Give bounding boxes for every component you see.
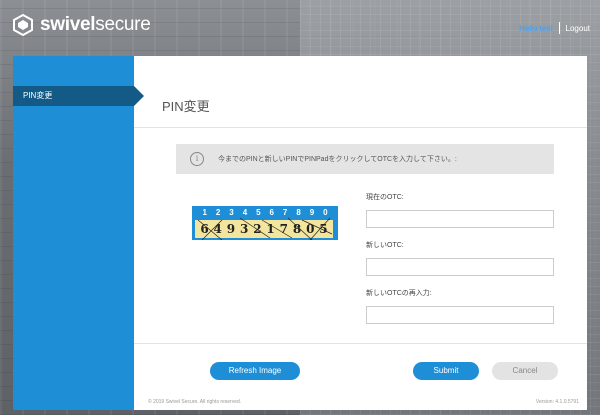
sidebar-item-pin-change[interactable]: PIN変更 [13,86,144,106]
logo-text-light: secure [95,14,151,35]
pinpad-digit: 0 [323,208,328,217]
logo-text: swivelsecure [40,14,151,36]
submit-button[interactable]: Submit [413,362,479,380]
pinpad-otc-digit: 7 [279,222,288,236]
confirm-otc-label: 新しいOTCの再入力: [366,290,432,297]
form-divider [134,343,587,344]
pinpad-otc-digit: 4 [213,222,222,236]
new-otc-field[interactable] [366,258,554,276]
page-title: PIN変更 [162,99,210,114]
cancel-button[interactable]: Cancel [492,362,558,380]
pinpad-digit: 4 [242,208,248,217]
confirm-otc-field[interactable] [366,306,554,324]
top-nav: Hello test Logout [519,22,590,34]
info-icon: i [190,152,204,166]
pinpad-scrambled-strip: 6 4 9 3 2 1 7 8 0 5 [195,220,333,238]
swivel-secure-logo: swivelsecure [12,14,151,36]
logo-mark-icon [13,14,33,36]
pinpad-digit-row: 1 2 3 4 5 6 7 8 9 0 [198,208,332,217]
pinpad-digit: 3 [229,208,234,217]
main-content: PIN変更 i 今までのPINと新しいPINでPINPadをクリックしてOTCを… [134,56,587,410]
pinpad-digit: 9 [309,208,315,217]
pinpad-digit: 1 [202,208,207,217]
pinpad-otc-digit: 1 [266,222,275,236]
pinpad-digit: 6 [269,208,274,217]
pinpad-digit: 8 [296,208,301,217]
sidebar-item-label: PIN変更 [23,91,53,100]
pinpad-otc-digit: 3 [239,222,249,236]
current-otc-field[interactable] [366,210,554,228]
pinpad-otc-digit: 9 [226,222,236,236]
new-otc-label: 新しいOTC: [366,242,404,249]
logout-link[interactable]: Logout [566,24,590,33]
copyright: © 2019 Swivel Secure. All rights reserve… [148,399,242,405]
refresh-image-button[interactable]: Refresh Image [210,362,300,380]
content-panel: PIN変更 PIN変更 i 今までのPINと新しいPINでPINPadをクリック… [13,56,587,410]
pinpad-otc-digit: 2 [253,222,262,236]
pinpad-otc-digit: 6 [200,222,209,236]
current-otc-label: 現在のOTC: [366,194,404,201]
title-divider [134,127,587,128]
version: Version: 4.1.0.5791 [535,399,579,405]
pinpad-otc-digit: 5 [319,222,328,236]
info-banner: i 今までのPINと新しいPINでPINPadをクリックしてOTCを入力して下さ… [176,144,554,174]
user-link[interactable]: Hello test [519,24,552,33]
pinpad-digit: 2 [215,208,221,217]
pinpad-digit: 7 [282,208,288,217]
sidebar: PIN変更 [13,56,144,410]
info-message: 今までのPINと新しいPINでPINPadをクリックしてOTCを入力して下さい。… [218,156,457,163]
pinpad-digit: 5 [256,208,261,217]
logo-text-bold: swivel [40,14,96,35]
pinpad-image[interactable]: 1 2 3 4 5 6 7 8 9 0 6 4 9 3 2 1 7 8 0 5 [192,206,338,240]
pinpad-otc-digit: 0 [306,222,315,236]
nav-divider [558,22,560,34]
pinpad-otc-digit: 8 [292,222,302,236]
